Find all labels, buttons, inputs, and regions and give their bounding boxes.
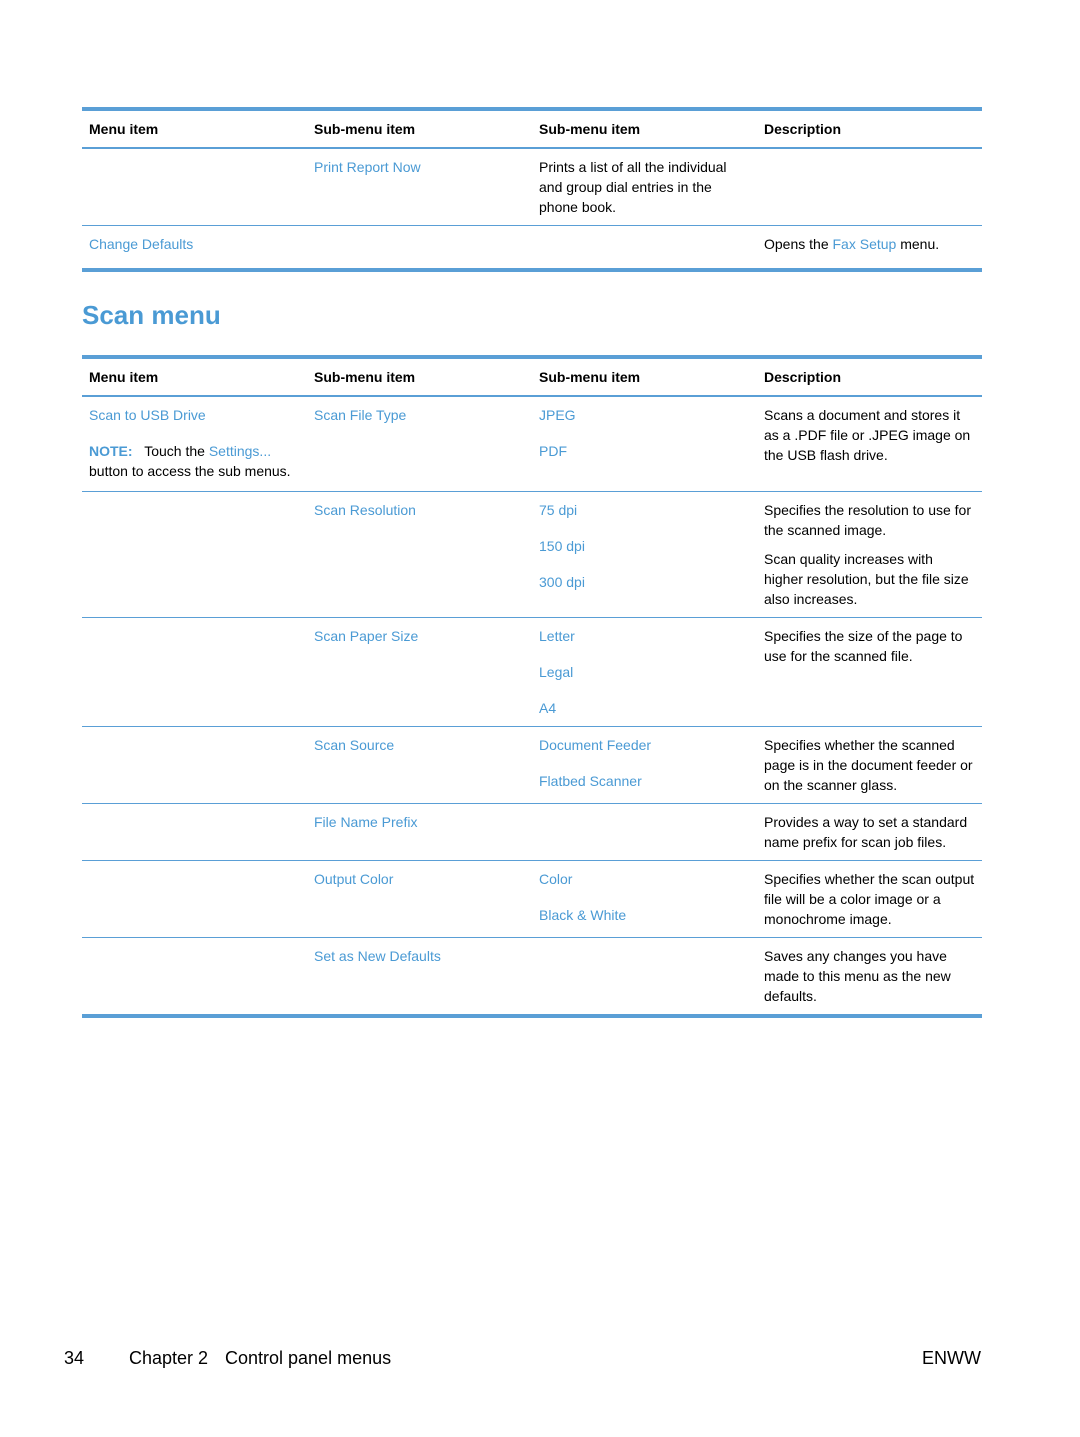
table-row: File Name Prefix Provides a way to set a … — [82, 804, 982, 861]
table-row: Scan Source Document Feeder Flatbed Scanne… — [82, 727, 982, 804]
menu-item-cell — [82, 804, 307, 861]
header-submenu-item-2: Sub-menu item — [539, 369, 641, 385]
table-row: Output Color Color Black & White Specifies … — [82, 861, 982, 938]
submenu-cell: File Name Prefix — [307, 804, 532, 861]
table-row: Scan to USB Drive NOTE: Touch the Settin… — [82, 396, 982, 492]
header-menu-item: Menu item — [89, 369, 159, 385]
description-cell: Specifies whether the scanned page is in… — [757, 727, 982, 804]
header-description: Description — [764, 369, 842, 385]
description-cell — [757, 148, 982, 226]
options-cell — [532, 938, 757, 1017]
options-cell: JPEG PDF — [532, 396, 757, 492]
description-text: Scan quality increases with higher resol… — [764, 551, 969, 607]
menu-item-cell — [82, 618, 307, 727]
submenu-cell: Output Color — [307, 861, 532, 938]
submenu-link[interactable]: File Name Prefix — [314, 814, 417, 830]
description-text: Specifies whether the scanned page is in… — [764, 737, 973, 793]
description-cell: Saves any changes you have made to this … — [757, 938, 982, 1017]
submenu-link[interactable]: Output Color — [314, 871, 393, 887]
table-row: Scan Paper Size Letter Legal A4 Specifies th… — [82, 618, 982, 727]
submenu-description: Prints a list of all the individual and … — [539, 159, 727, 215]
header-submenu-item-2: Sub-menu item — [539, 121, 641, 137]
option-item[interactable]: 150 dpi — [539, 538, 585, 554]
description-text: menu. — [896, 236, 940, 252]
description-text: Scans a document and stores it as a .PDF… — [764, 407, 971, 463]
description-text: Opens the — [764, 236, 833, 252]
print-report-now-link[interactable]: Print Report Now — [314, 159, 421, 175]
fax-menu-table: Menu item Sub-menu item Sub-menu item De… — [82, 107, 982, 272]
submenu-link[interactable]: Scan Paper Size — [314, 628, 418, 644]
option-item[interactable]: 300 dpi — [539, 574, 585, 590]
description-text: Specifies the size of the page to use fo… — [764, 628, 963, 664]
header-menu-item: Menu item — [89, 121, 159, 137]
option-pdf[interactable]: PDF — [539, 443, 567, 459]
option-item[interactable]: Color — [539, 871, 572, 887]
options-cell: Color Black & White — [532, 861, 757, 938]
header-submenu-item: Sub-menu item — [314, 121, 416, 137]
submenu-link[interactable]: Scan Resolution — [314, 502, 416, 518]
menu-item-cell — [82, 861, 307, 938]
note: NOTE: Touch the Settings... button to ac… — [89, 441, 300, 481]
page-number: 34 — [64, 1348, 85, 1368]
submenu-link[interactable]: Scan Source — [314, 737, 394, 753]
menu-item-cell — [82, 148, 307, 226]
option-item[interactable]: Legal — [539, 664, 573, 680]
submenu-link[interactable]: Set as New Defaults — [314, 948, 441, 964]
option-item[interactable]: Flatbed Scanner — [539, 773, 642, 789]
table-row: Print Report Now Prints a list of all th… — [82, 148, 982, 226]
description-cell: Scans a document and stores it as a .PDF… — [757, 396, 982, 492]
note-text: button to access the sub menus. — [89, 463, 291, 479]
header-description: Description — [764, 121, 842, 137]
fax-setup-link[interactable]: Fax Setup — [833, 236, 897, 252]
menu-item-cell — [82, 938, 307, 1017]
menu-item-cell: Scan to USB Drive NOTE: Touch the Settin… — [82, 396, 307, 492]
description-cell: Specifies whether the scan output file w… — [757, 861, 982, 938]
description-cell: Opens the Fax Setup menu. — [757, 226, 982, 271]
table-row: Scan Resolution 75 dpi 150 dpi 300 dpi Speci… — [82, 492, 982, 618]
submenu-cell: Scan Paper Size — [307, 618, 532, 727]
subsubmenu-cell — [532, 226, 757, 271]
table-header-row: Menu item Sub-menu item Sub-menu item De… — [82, 109, 982, 148]
description-text: Specifies whether the scan output file w… — [764, 871, 975, 927]
submenu-cell: Scan Source — [307, 727, 532, 804]
section-title: Scan menu — [82, 300, 221, 330]
change-defaults-link[interactable]: Change Defaults — [89, 236, 193, 252]
scan-to-usb-drive-link[interactable]: Scan to USB Drive — [89, 407, 206, 423]
options-cell: 75 dpi 150 dpi 300 dpi — [532, 492, 757, 618]
locale-label: ENWW — [922, 1348, 981, 1368]
option-item[interactable]: Letter — [539, 628, 575, 644]
chapter-title: Control panel menus — [225, 1348, 392, 1368]
menu-item-cell — [82, 492, 307, 618]
options-cell: Letter Legal A4 — [532, 618, 757, 727]
option-item[interactable]: Document Feeder — [539, 737, 651, 753]
options-cell — [532, 804, 757, 861]
description-text: Specifies the resolution to use for the … — [764, 502, 972, 538]
description-text: Provides a way to set a standard name pr… — [764, 814, 968, 850]
chapter-label: Chapter 2 — [129, 1348, 209, 1368]
header-submenu-item: Sub-menu item — [314, 369, 416, 385]
option-jpeg[interactable]: JPEG — [539, 407, 576, 423]
submenu-cell: Scan Resolution — [307, 492, 532, 618]
note-label: NOTE: — [89, 443, 133, 459]
option-item[interactable]: A4 — [539, 700, 556, 716]
options-cell: Document Feeder Flatbed Scanner — [532, 727, 757, 804]
description-text: Saves any changes you have made to this … — [764, 948, 951, 1004]
description-cell: Specifies the size of the page to use fo… — [757, 618, 982, 727]
table-header-row: Menu item Sub-menu item Sub-menu item De… — [82, 357, 982, 396]
scan-file-type-link[interactable]: Scan File Type — [314, 407, 406, 423]
table-row: Set as New Defaults Saves any changes you… — [82, 938, 982, 1017]
menu-item-cell — [82, 727, 307, 804]
description-cell: Specifies the resolution to use for the … — [757, 492, 982, 618]
description-cell: Provides a way to set a standard name pr… — [757, 804, 982, 861]
scan-menu-table: Menu item Sub-menu item Sub-menu item De… — [82, 355, 982, 1018]
option-item[interactable]: Black & White — [539, 907, 626, 923]
table-row: Change Defaults Opens the Fax Setup menu… — [82, 226, 982, 271]
option-item[interactable]: 75 dpi — [539, 502, 577, 518]
note-text: Touch the — [144, 443, 209, 459]
submenu-cell — [307, 226, 532, 271]
settings-link[interactable]: Settings... — [209, 443, 271, 459]
submenu-cell: Set as New Defaults — [307, 938, 532, 1017]
